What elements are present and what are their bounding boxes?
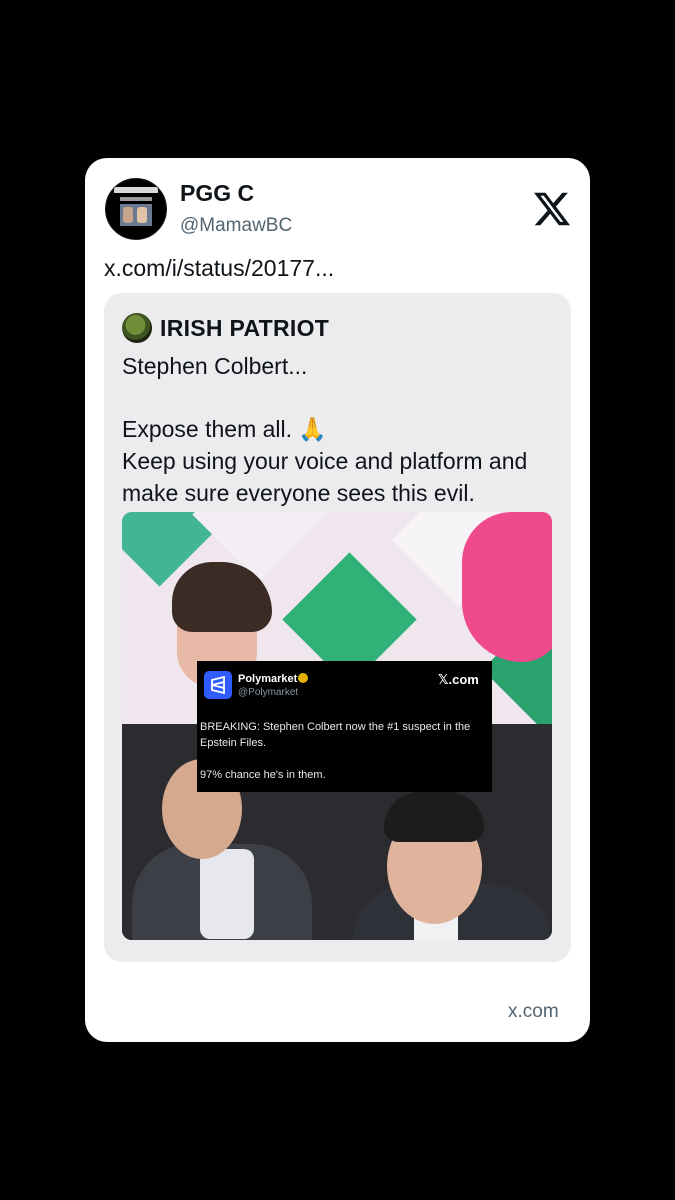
quoted-line: Expose them all. 🙏 — [122, 416, 328, 442]
embedded-tweet-screenshot: Polymarket @Polymarket 𝕏.com BREAKING: S… — [197, 661, 492, 792]
status-link[interactable]: x.com/i/status/20177... — [104, 255, 334, 282]
quoted-display-name[interactable]: IRISH PATRIOT — [160, 315, 329, 342]
quoted-user-avatar[interactable] — [122, 313, 152, 343]
verified-badge-icon — [298, 673, 308, 683]
quoted-line: Stephen Colbert... — [122, 353, 308, 379]
embedded-handle: @Polymarket — [238, 687, 299, 698]
display-name[interactable]: PGG C — [180, 180, 254, 207]
polymarket-logo-icon — [204, 671, 232, 699]
tweet-card: PGG C @MamawBC x.com/i/status/20177... I… — [85, 158, 590, 1042]
user-handle[interactable]: @MamawBC — [180, 215, 292, 237]
embedded-line: BREAKING: Stephen Colbert now the #1 sus… — [200, 721, 471, 749]
quoted-line: Keep using your voice and platform and m… — [122, 448, 528, 506]
footer-site-label: x.com — [508, 1001, 559, 1022]
tweet-media-image[interactable]: Polymarket @Polymarket 𝕏.com BREAKING: S… — [122, 512, 552, 940]
quoted-tweet[interactable]: IRISH PATRIOT Stephen Colbert... Expose … — [104, 293, 571, 962]
user-avatar[interactable] — [105, 178, 167, 240]
embedded-name: Polymarket — [238, 673, 298, 685]
quoted-tweet-text: Stephen Colbert... Expose them all. 🙏 Ke… — [122, 350, 562, 509]
embedded-site-label: 𝕏.com — [438, 672, 479, 687]
x-logo-icon[interactable] — [534, 191, 570, 227]
embedded-line: 97% chance he's in them. — [200, 769, 326, 781]
embedded-text: BREAKING: Stephen Colbert now the #1 sus… — [200, 719, 488, 783]
